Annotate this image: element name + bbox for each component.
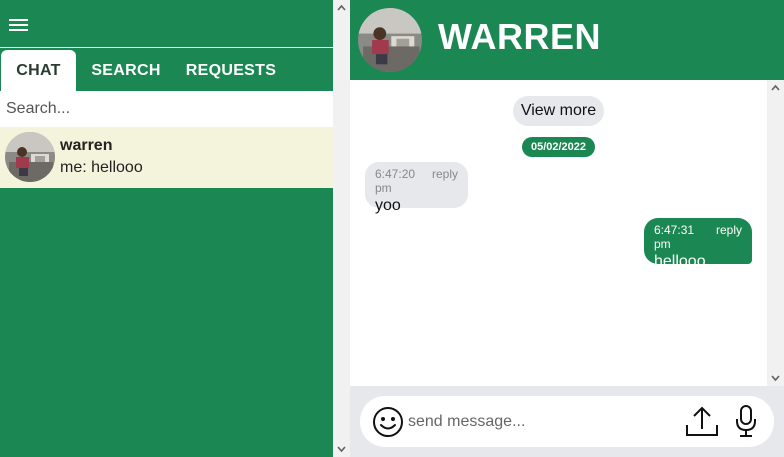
tab-search[interactable]: SEARCH xyxy=(76,50,176,91)
view-more-button[interactable]: View more xyxy=(513,96,604,126)
message-bubble-outgoing: 6:47:31 pm reply hellooo xyxy=(644,218,752,270)
avatar[interactable] xyxy=(358,8,422,72)
message-time: 6:47:31 pm xyxy=(654,223,695,251)
scroll-down-icon[interactable] xyxy=(337,444,346,453)
sidebar-tabs: CHAT SEARCH REQUESTS xyxy=(0,50,333,91)
date-badge: 05/02/2022 xyxy=(522,137,595,157)
emoji-icon[interactable] xyxy=(372,406,404,438)
message-bubble-incoming: 6:47:20 pm reply yoo xyxy=(365,162,468,214)
message-input[interactable] xyxy=(408,409,668,435)
reply-link[interactable]: reply xyxy=(716,223,742,251)
message-text: hellooo xyxy=(654,253,706,270)
chat-header: WARREN xyxy=(350,0,784,80)
message-composer xyxy=(350,386,784,457)
tab-requests[interactable]: REQUESTS xyxy=(176,50,286,91)
message-text: yoo xyxy=(375,197,401,214)
sidebar-toolbar xyxy=(0,0,333,48)
reply-link[interactable]: reply xyxy=(432,167,458,195)
search-input[interactable] xyxy=(0,91,333,127)
message-time: 6:47:20 pm xyxy=(375,167,416,195)
microphone-icon[interactable] xyxy=(734,404,758,438)
composer-box xyxy=(360,396,774,447)
messages-scrollbar[interactable] xyxy=(767,80,784,386)
contact-list-item[interactable]: warren me: hellooo xyxy=(0,127,333,188)
contact-last-message: me: hellooo xyxy=(60,159,143,176)
message-list: View more 05/02/2022 6:47:20 pm reply yo… xyxy=(350,80,767,386)
scroll-up-icon[interactable] xyxy=(337,4,346,13)
scroll-up-icon[interactable] xyxy=(771,84,780,93)
contact-name: warren xyxy=(60,137,113,154)
upload-icon[interactable] xyxy=(685,405,719,437)
tab-chat[interactable]: CHAT xyxy=(1,50,76,91)
scroll-down-icon[interactable] xyxy=(771,373,780,382)
sidebar: CHAT SEARCH REQUESTS warren me: hellooo xyxy=(0,0,333,457)
sidebar-scrollbar[interactable] xyxy=(333,0,350,457)
chat-title: WARREN xyxy=(438,16,601,57)
menu-icon[interactable] xyxy=(9,19,28,32)
avatar xyxy=(5,132,55,182)
